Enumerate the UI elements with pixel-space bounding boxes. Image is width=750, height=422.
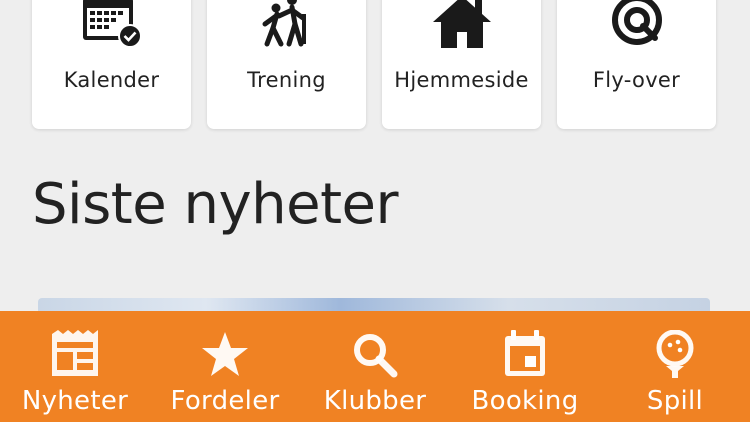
tile-label: Hjemmeside xyxy=(394,68,529,92)
calendar-check-icon xyxy=(80,0,144,50)
tile-label: Fly-over xyxy=(592,68,681,92)
training-icon xyxy=(255,0,319,50)
search-icon xyxy=(349,329,401,379)
nav-label: Booking xyxy=(471,386,579,416)
nav-label: Klubber xyxy=(323,386,427,416)
nav-item-nyheter[interactable]: Nyheter xyxy=(0,311,150,422)
news-section-title: Siste nyheter xyxy=(32,172,399,237)
nav-item-fordeler[interactable]: Fordeler xyxy=(150,311,300,422)
nav-label: Fordeler xyxy=(170,386,280,416)
nav-item-spill[interactable]: Spill xyxy=(600,311,750,422)
tile-kalender[interactable]: Kalender xyxy=(32,0,191,129)
nav-label: Spill xyxy=(646,386,704,416)
target-icon xyxy=(605,0,669,50)
app-screen: Kalender Trening Hjemmeside Fly-over Sis… xyxy=(0,0,750,422)
shortcut-tiles: Kalender Trening Hjemmeside Fly-over xyxy=(32,0,718,129)
calendar-icon xyxy=(499,329,551,379)
nav-label: Nyheter xyxy=(21,386,129,416)
home-icon xyxy=(430,0,494,50)
nav-item-klubber[interactable]: Klubber xyxy=(300,311,450,422)
golf-ball-icon xyxy=(649,329,701,379)
nav-item-booking[interactable]: Booking xyxy=(450,311,600,422)
tile-trening[interactable]: Trening xyxy=(207,0,366,129)
tile-fly-over[interactable]: Fly-over xyxy=(557,0,716,129)
bottom-navigation: Nyheter Fordeler Klubber Booking Spill xyxy=(0,311,750,422)
newspaper-icon xyxy=(49,329,101,379)
tile-label: Kalender xyxy=(63,68,160,92)
tile-label: Trening xyxy=(247,68,326,92)
star-icon xyxy=(199,329,251,379)
tile-hjemmeside[interactable]: Hjemmeside xyxy=(382,0,541,129)
